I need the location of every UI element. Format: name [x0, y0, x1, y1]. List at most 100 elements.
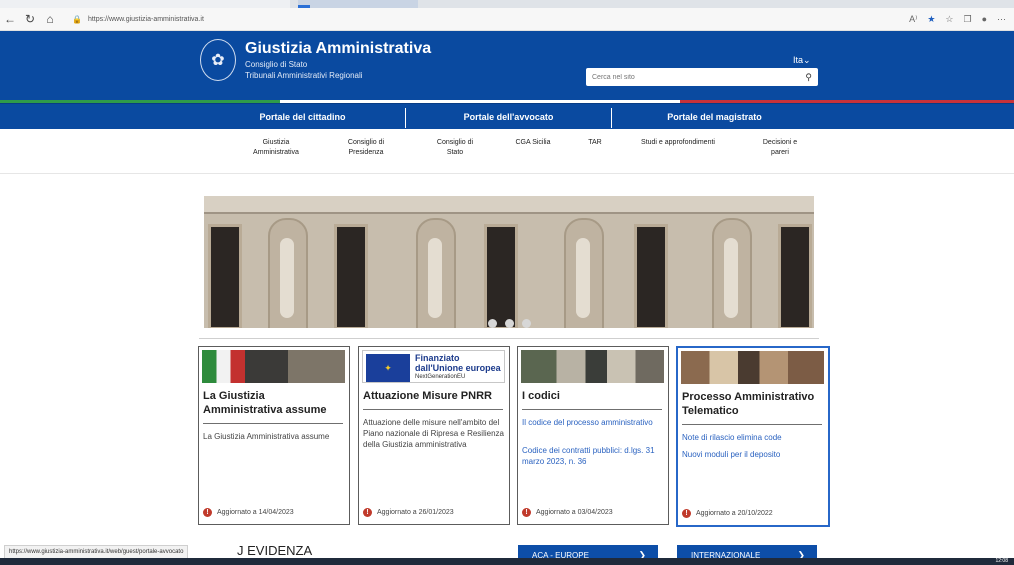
url-field[interactable]: 🔒 https://www.giustizia-amministrativa.i… [72, 15, 832, 24]
url-text: https://www.giustizia-amministrativa.it [87, 15, 204, 23]
back-icon[interactable]: ← [0, 8, 20, 30]
section-heading-evidenza: J EVIDENZA [237, 543, 313, 558]
info-alert-icon: ! [363, 508, 372, 517]
taskbar-clock: 12:08 [995, 558, 1008, 564]
subnav-tar[interactable]: TAR [575, 138, 615, 148]
subnav-label: Stato [446, 149, 464, 156]
statue-niche [564, 218, 604, 328]
eu-nextgen-text: NextGenerationEU [415, 374, 466, 380]
card-image [681, 351, 824, 384]
card-title[interactable]: La Giustizia Amministrativa assume [203, 389, 345, 417]
carousel-dot[interactable] [505, 319, 514, 328]
search-input[interactable] [586, 68, 794, 86]
card-title[interactable]: Processo Amministrativo Telematico [682, 390, 824, 418]
language-selector[interactable]: Ita⌄ [793, 55, 811, 66]
chevron-down-icon: ⌄ [803, 55, 811, 65]
card-link-codice-processo[interactable]: Il codice del processo amministrativo [522, 417, 664, 428]
subnav-label: Studi e approfondimenti [641, 139, 715, 146]
facade-cornice [204, 196, 814, 214]
facade-window [208, 224, 242, 328]
browser-tab-active[interactable] [298, 0, 418, 8]
favorite-star-icon[interactable]: ★ [927, 14, 935, 25]
republic-emblem-icon[interactable]: ✿ [200, 39, 236, 81]
facade-window [484, 224, 518, 328]
card-updated-text: Aggiornato a 14/04/2023 [217, 509, 294, 516]
subnav-label: TAR [588, 139, 602, 146]
carousel-indicators [488, 319, 531, 328]
language-label: Ita [793, 55, 804, 65]
eu-flag-icon: ✦ [366, 354, 410, 382]
subnav-consiglio-presidenza[interactable]: Consiglio di Presidenza [336, 138, 396, 158]
subnav-studi[interactable]: Studi e approfondimenti [633, 138, 723, 148]
facade-window [778, 224, 812, 328]
portal-avvocato[interactable]: Portale dell'avvocato [406, 104, 611, 129]
site-title[interactable]: Giustizia Amministrativa [245, 40, 431, 58]
favorites-icon[interactable]: ☆ [945, 14, 953, 25]
eu-funding-text: Finanziato dall'Unione europea [415, 353, 501, 373]
card-updated: ! Aggiornato a 14/04/2023 [203, 508, 294, 517]
browser-toolbar-icons: A⁾ ★ ☆ ❐ ● ⋯ [909, 14, 1014, 25]
card-updated: ! Aggiornato a 26/01/2023 [363, 508, 454, 517]
card-rule [203, 423, 343, 424]
card-image: ✦ Finanziato dall'Unione europea NextGene… [362, 350, 505, 383]
subnav-label: Presidenza [348, 149, 384, 156]
statue-niche [712, 218, 752, 328]
search-box: ⚲ [586, 68, 818, 86]
os-taskbar: 12:08 [0, 558, 1014, 565]
card-rule [682, 424, 822, 425]
facade-window [334, 224, 368, 328]
info-alert-icon: ! [522, 508, 531, 517]
info-alert-icon: ! [682, 509, 691, 518]
statue-niche [416, 218, 456, 328]
card-text: Attuazione delle misure nell'ambito del … [363, 418, 504, 449]
card-updated-text: Aggiornato a 26/01/2023 [377, 509, 454, 516]
card-updated-text: Aggiornato a 20/10/2022 [696, 510, 773, 517]
subnav-label: Giustizia [262, 139, 290, 146]
status-bar-url: https://www.giustizia-amministrativa.it/… [4, 545, 189, 559]
hero-carousel-image[interactable] [204, 196, 814, 328]
portal-magistrato[interactable]: Portale del magistrato [612, 104, 817, 129]
subnav-label: Decisioni e [762, 139, 798, 146]
read-aloud-icon[interactable]: A⁾ [909, 14, 917, 25]
card-updated: ! Aggiornato a 03/04/2023 [522, 508, 613, 517]
profile-icon[interactable]: ● [982, 14, 987, 24]
subnav-giustizia-amministrativa[interactable]: Giustizia Amministrativa [246, 138, 306, 158]
home-icon[interactable]: ⌂ [40, 8, 60, 30]
subnav-label: Consiglio di [436, 139, 474, 146]
news-card-pat[interactable]: Processo Amministrativo Telematico Note … [676, 346, 830, 527]
browser-tab[interactable] [0, 0, 290, 8]
browser-tab-strip [0, 0, 1014, 8]
portal-cittadino[interactable]: Portale del cittadino [200, 104, 405, 129]
more-icon[interactable]: ⋯ [997, 14, 1006, 25]
card-link-note-rilascio[interactable]: Note di rilascio elimina code [682, 432, 824, 443]
news-card-assume[interactable]: La Giustizia Amministrativa assume La Gi… [198, 346, 350, 525]
refresh-icon[interactable]: ↻ [20, 8, 40, 30]
collections-icon[interactable]: ❐ [963, 14, 971, 25]
subnav-cga-sicilia[interactable]: CGA Sicilia [503, 138, 563, 148]
card-image [521, 350, 664, 383]
card-text: La Giustizia Amministrativa assume [203, 432, 330, 441]
site-header: ✿ Giustizia Amministrativa Consiglio di … [0, 31, 1014, 103]
lock-icon: 🔒 [72, 14, 82, 24]
subnav-consiglio-stato[interactable]: Consiglio di Stato [425, 138, 485, 158]
carousel-dot[interactable] [488, 319, 497, 328]
subnav-label: Amministrativa [253, 149, 299, 156]
site-subtitle-2: Tribunali Amministrativi Regionali [245, 71, 363, 80]
section-divider [199, 338, 819, 339]
news-card-codici[interactable]: I codici Il codice del processo amminist… [517, 346, 669, 525]
card-title[interactable]: I codici [522, 389, 664, 403]
card-title[interactable]: Attuazione Misure PNRR [363, 389, 505, 403]
eu-line: dall'Unione europea [415, 363, 501, 373]
subnav-decisioni[interactable]: Decisioni e pareri [752, 138, 808, 158]
card-image [202, 350, 345, 383]
carousel-dot[interactable] [522, 319, 531, 328]
card-link-codice-contratti[interactable]: Codice dei contratti pubblici: d.lgs. 31… [522, 445, 664, 467]
card-link-nuovi-moduli[interactable]: Nuovi moduli per il deposito [682, 449, 824, 460]
search-icon[interactable]: ⚲ [805, 72, 812, 83]
browser-address-bar: ← ↻ ⌂ 🔒 https://www.giustizia-amministra… [0, 8, 1014, 31]
card-rule [363, 409, 503, 410]
statue-niche [268, 218, 308, 328]
news-card-pnrr[interactable]: ✦ Finanziato dall'Unione europea NextGene… [358, 346, 510, 525]
facade-window [634, 224, 668, 328]
subnav-label: Consiglio di [347, 139, 385, 146]
